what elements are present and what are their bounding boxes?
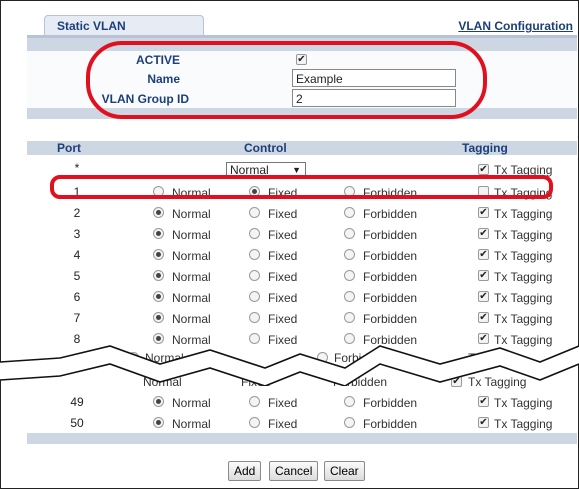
tx-tagging-label: Tx Tagging (494, 270, 553, 284)
fixed-radio[interactable] (249, 312, 260, 323)
port-number: 50 (70, 416, 84, 430)
port-number: 3 (73, 227, 81, 241)
forbidden-radio[interactable] (344, 207, 355, 218)
forbidden-label: Forbidden (363, 270, 418, 284)
port-number: 2 (73, 206, 81, 220)
fixed-label: Fixed (268, 207, 298, 221)
vlan-configuration-link[interactable]: VLAN Configuration (458, 19, 573, 33)
all-ports-symbol: * (74, 161, 80, 175)
fixed-label: Fixed (268, 396, 298, 410)
normal-label: Normal (172, 249, 211, 263)
normal-label: Normal (172, 312, 211, 326)
normal-radio[interactable] (153, 396, 164, 407)
tx-tagging-checkbox[interactable] (478, 291, 489, 302)
normal-label: Normal (172, 291, 211, 305)
normal-label: Normal (172, 396, 211, 410)
fixed-radio[interactable] (249, 396, 260, 407)
normal-label: Normal (172, 228, 211, 242)
forbidden-label: Forbidden (363, 312, 418, 326)
fixed-label: Fixed (268, 417, 298, 431)
table-row: 7 Normal Fixed Forbidden Tx Tagging (27, 307, 577, 329)
fixed-radio[interactable] (249, 291, 260, 302)
fixed-label: Fixed (268, 270, 298, 284)
tx-tagging-checkbox[interactable] (478, 228, 489, 239)
table-row: 50 Normal Fixed Forbidden Tx Tagging (27, 412, 577, 434)
forbidden-label: Forbidden (363, 291, 418, 305)
fixed-label: Fixed (268, 228, 298, 242)
tagging-header: Tagging (462, 141, 508, 155)
fixed-label: Fixed (268, 291, 298, 305)
forbidden-radio[interactable] (344, 312, 355, 323)
fixed-radio[interactable] (249, 270, 260, 281)
tx-tagging-checkbox[interactable] (478, 417, 489, 428)
port-number: 7 (73, 311, 81, 325)
port-number: 5 (73, 269, 81, 283)
forbidden-label: Forbidden (363, 228, 418, 242)
forbidden-radio[interactable] (344, 417, 355, 428)
tx-tagging-checkbox[interactable] (478, 312, 489, 323)
tx-tagging-label: Tx Tagging (494, 249, 553, 263)
table-bottom-band (27, 433, 577, 444)
port-number: 49 (70, 395, 84, 409)
port-number: 6 (73, 290, 81, 304)
normal-radio[interactable] (153, 291, 164, 302)
clear-button[interactable]: Clear (324, 461, 365, 481)
table-row: 4 Normal Fixed Forbidden Tx Tagging (27, 244, 577, 266)
control-header: Control (244, 141, 287, 155)
normal-label: Normal (172, 417, 211, 431)
port-header: Port (57, 141, 81, 155)
table-row: 3 Normal Fixed Forbidden Tx Tagging (27, 223, 577, 245)
forbidden-label: Forbidden (363, 207, 418, 221)
table-row: 6 Normal Fixed Forbidden Tx Tagging (27, 286, 577, 308)
tx-tagging-label: Tx Tagging (494, 228, 553, 242)
fixed-radio[interactable] (249, 228, 260, 239)
tx-tagging-checkbox[interactable] (478, 207, 489, 218)
forbidden-label: Forbidden (363, 396, 418, 410)
normal-radio[interactable] (153, 312, 164, 323)
normal-radio[interactable] (153, 207, 164, 218)
normal-label: Normal (172, 270, 211, 284)
highlight-port1-box (50, 175, 553, 199)
fixed-radio[interactable] (249, 207, 260, 218)
tx-tagging-label: Tx Tagging (494, 417, 553, 431)
forbidden-radio[interactable] (344, 249, 355, 260)
table-row: 5 Normal Fixed Forbidden Tx Tagging (27, 265, 577, 287)
normal-radio[interactable] (153, 270, 164, 281)
fixed-radio[interactable] (249, 417, 260, 428)
fixed-label: Fixed (268, 312, 298, 326)
tx-tagging-label: Tx Tagging (494, 312, 553, 326)
tx-tagging-label: Tx Tagging (494, 207, 553, 221)
forbidden-label: Forbidden (363, 417, 418, 431)
tab-static-vlan[interactable]: Static VLAN (44, 15, 204, 35)
fixed-label: Fixed (268, 249, 298, 263)
normal-radio[interactable] (153, 417, 164, 428)
tx-tagging-label: Tx Tagging (494, 396, 553, 410)
fixed-radio[interactable] (249, 249, 260, 260)
forbidden-label: Forbidden (363, 249, 418, 263)
port-number: 4 (73, 248, 81, 262)
normal-radio[interactable] (153, 249, 164, 260)
normal-label: Normal (172, 207, 211, 221)
table-row: 2 Normal Fixed Forbidden Tx Tagging (27, 202, 577, 224)
normal-radio[interactable] (153, 228, 164, 239)
page-break-graphic (0, 345, 579, 386)
add-button[interactable]: Add (228, 461, 262, 481)
cancel-button[interactable]: Cancel (269, 461, 319, 481)
forbidden-radio[interactable] (344, 291, 355, 302)
tx-tagging-checkbox[interactable] (478, 249, 489, 260)
forbidden-radio[interactable] (344, 396, 355, 407)
highlight-form-ellipse (86, 41, 487, 119)
tx-tagging-checkbox[interactable] (478, 270, 489, 281)
all-tx-tagging-checkbox[interactable] (478, 164, 489, 175)
forbidden-radio[interactable] (344, 270, 355, 281)
forbidden-radio[interactable] (344, 228, 355, 239)
tx-tagging-label: Tx Tagging (494, 291, 553, 305)
table-row: 49 Normal Fixed Forbidden Tx Tagging (27, 391, 577, 413)
tx-tagging-checkbox[interactable] (478, 396, 489, 407)
